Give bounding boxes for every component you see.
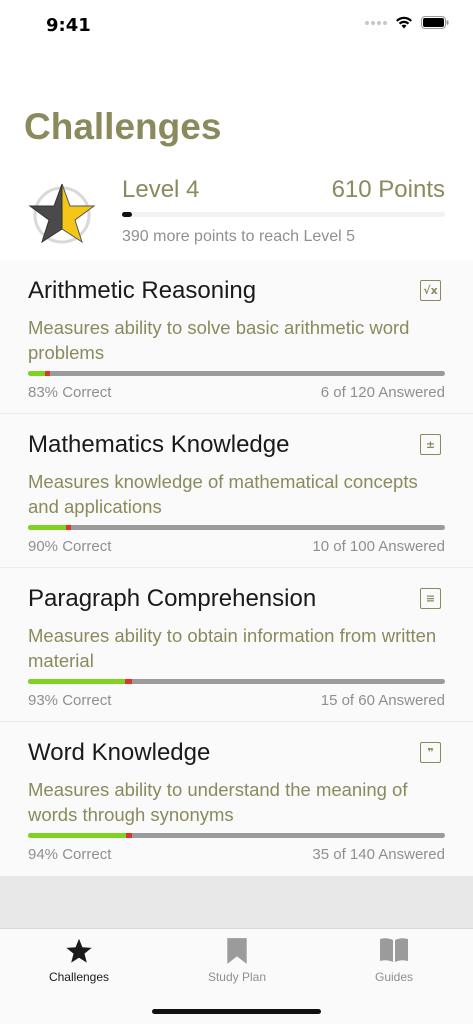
answered-count: 6 of 120 Answered <box>320 384 445 401</box>
tab-label: Challenges <box>48 970 110 984</box>
level-star-icon <box>28 183 96 244</box>
tab-label: Study Plan <box>207 970 267 984</box>
wifi-icon <box>396 16 412 29</box>
empty-background <box>0 876 473 928</box>
quote-icon: ❞ <box>420 742 441 763</box>
challenge-title: Mathematics Knowledge <box>28 431 290 458</box>
level-card: Level 4 610 Points 390 more points to re… <box>0 170 473 260</box>
battery-icon <box>421 16 449 29</box>
bookmark-icon <box>227 938 247 964</box>
signal-icon <box>365 20 387 25</box>
challenge-description: Measures ability to understand the meani… <box>28 779 408 825</box>
tab-study-plan[interactable]: Study Plan <box>158 929 316 989</box>
challenge-item-paragraph-comprehension[interactable]: Paragraph Comprehension ≡ Measures abili… <box>0 568 473 722</box>
answered-count: 10 of 100 Answered <box>312 538 445 555</box>
status-time: 9:41 <box>46 15 91 36</box>
level-remaining-text: 390 more points to reach Level 5 <box>122 228 356 245</box>
challenge-progress-bar <box>28 371 445 376</box>
answered-count: 35 of 140 Answered <box>312 846 445 863</box>
progress-wrong-segment <box>65 525 71 530</box>
square-root-icon: √x <box>420 280 441 301</box>
status-bar: 9:41 <box>0 0 473 50</box>
challenge-progress-bar <box>28 525 445 530</box>
tab-challenges[interactable]: Challenges <box>0 929 158 989</box>
progress-correct-segment <box>28 679 125 684</box>
tab-label: Guides <box>374 970 414 984</box>
level-label: Level 4 <box>122 176 200 203</box>
points-label: 610 Points <box>331 176 445 203</box>
answered-count: 15 of 60 Answered <box>320 692 445 709</box>
challenge-title: Arithmetic Reasoning <box>28 277 257 304</box>
challenge-description: Measures knowledge of mathematical conce… <box>28 471 418 517</box>
challenge-description: Measures ability to obtain information f… <box>28 625 437 671</box>
correct-percentage: 94% Correct <box>28 846 112 863</box>
home-indicator <box>152 1009 321 1014</box>
progress-correct-segment <box>28 525 66 530</box>
progress-correct-segment <box>28 833 126 838</box>
paragraph-icon: ≡ <box>420 588 441 609</box>
page-title: Challenges <box>24 106 222 147</box>
challenge-progress-bar <box>28 679 445 684</box>
progress-wrong-segment <box>125 833 133 838</box>
status-icons <box>365 16 449 29</box>
level-progress-fill <box>122 212 132 217</box>
challenge-title: Paragraph Comprehension <box>28 585 317 612</box>
challenge-title: Word Knowledge <box>28 739 211 766</box>
correct-percentage: 83% Correct <box>28 384 112 401</box>
correct-percentage: 93% Correct <box>28 692 112 709</box>
progress-wrong-segment <box>45 371 51 376</box>
correct-percentage: 90% Correct <box>28 538 112 555</box>
challenge-progress-bar <box>28 833 445 838</box>
book-icon <box>380 938 408 962</box>
star-icon <box>66 938 92 963</box>
progress-correct-segment <box>28 371 46 376</box>
challenge-list: Arithmetic Reasoning √x Measures ability… <box>0 260 473 876</box>
progress-wrong-segment <box>124 679 133 684</box>
challenge-item-arithmetic-reasoning[interactable]: Arithmetic Reasoning √x Measures ability… <box>0 260 473 414</box>
challenge-description: Measures ability to solve basic arithmet… <box>28 317 410 363</box>
level-progress-bar <box>122 212 445 217</box>
tab-guides[interactable]: Guides <box>315 929 473 989</box>
calculator-icon: ± <box>420 434 441 455</box>
challenge-item-mathematics-knowledge[interactable]: Mathematics Knowledge ± Measures knowled… <box>0 414 473 568</box>
challenge-item-word-knowledge[interactable]: Word Knowledge ❞ Measures ability to und… <box>0 722 473 876</box>
